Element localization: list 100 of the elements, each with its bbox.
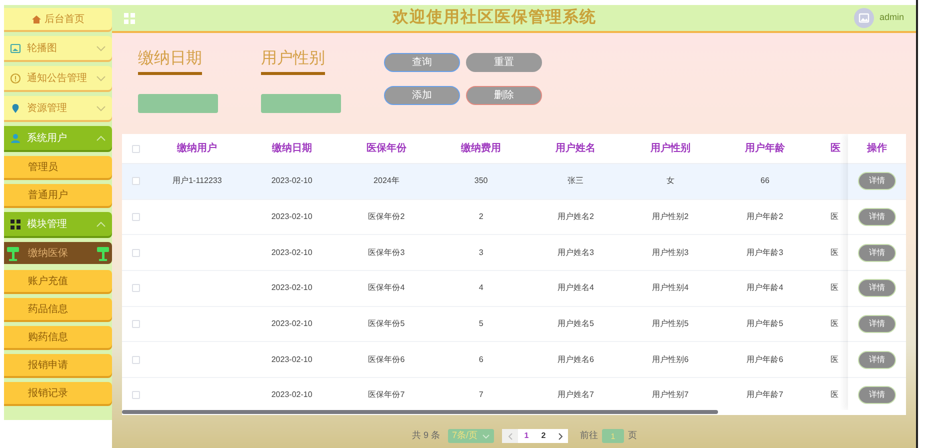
action-button[interactable]: 查询 xyxy=(384,53,460,72)
table-cell: 医 xyxy=(830,246,838,259)
details-button[interactable]: 详情 xyxy=(858,244,896,262)
table-cell: 用户姓名3 xyxy=(557,246,594,259)
action-button[interactable]: 添加 xyxy=(384,86,460,105)
table-cell: 66 xyxy=(760,175,770,188)
details-button[interactable]: 详情 xyxy=(858,279,896,298)
table-cell: 用户年龄7 xyxy=(746,389,784,402)
column-header: 用户姓名 xyxy=(556,141,596,156)
details-button[interactable]: 详情 xyxy=(858,208,896,226)
chevron-left-icon xyxy=(508,432,513,440)
checkbox[interactable] xyxy=(132,248,140,257)
table-cell: 用户姓名2 xyxy=(557,211,594,224)
label-underline xyxy=(261,72,325,75)
table-cell: 用户年龄4 xyxy=(746,282,784,294)
details-button[interactable]: 详情 xyxy=(858,386,896,404)
sidebar-home-item[interactable]: 后台首页 xyxy=(4,8,112,30)
table-row[interactable]: 2023-02-10 医保年份2 2 用户姓名2 用户性别2 用户年龄2 医 xyxy=(122,200,848,236)
chevron-up-icon xyxy=(96,220,106,228)
table-row[interactable]: 用户1-112233 2023-02-10 2024年 350 张三 女 66 xyxy=(122,164,848,200)
checkbox[interactable] xyxy=(132,177,140,186)
home-icon xyxy=(32,14,40,24)
table-cell: 350 xyxy=(474,175,488,188)
details-button[interactable]: 详情 xyxy=(858,315,896,334)
label-underline xyxy=(138,72,202,75)
table-cell: 6 xyxy=(478,354,484,366)
table-cell: 医 xyxy=(830,211,838,224)
table-cell: 2023-02-10 xyxy=(271,175,312,188)
sidebar-submenu-item[interactable]: 购药信息 xyxy=(4,326,112,348)
checkbox[interactable] xyxy=(132,356,140,364)
field-label: 缴纳日期 xyxy=(138,49,203,69)
table-cell: 2023-02-10 xyxy=(271,354,312,366)
table-cell: 3 xyxy=(478,246,484,259)
column-header: 缴纳费用 xyxy=(461,142,502,156)
column-header: 医 xyxy=(830,142,840,156)
table-cell: 2 xyxy=(478,211,484,224)
sidebar-submenu-item[interactable]: 账户充值 xyxy=(4,270,112,292)
sidebar-submenu-item[interactable]: 普通用户 xyxy=(4,184,112,206)
sidebar-menu-item[interactable]: 轮播图 xyxy=(4,36,112,60)
table-cell: 用户性别6 xyxy=(652,354,689,366)
details-button[interactable]: 详情 xyxy=(858,172,896,190)
input-field[interactable] xyxy=(138,94,218,113)
chevron-down-icon xyxy=(482,434,490,438)
table-cell: 医保年份7 xyxy=(368,389,405,402)
page-button[interactable]: 2 xyxy=(535,429,552,443)
table-cell: 用户性别2 xyxy=(652,211,689,224)
details-button[interactable]: 详情 xyxy=(858,350,896,369)
table-cell: 4 xyxy=(478,282,484,294)
signpost-icon xyxy=(6,245,20,261)
image-icon xyxy=(10,42,21,54)
table-cell: 用户姓名4 xyxy=(557,282,594,294)
next-page-button[interactable] xyxy=(552,429,568,443)
menu-icon[interactable] xyxy=(124,12,135,24)
table-cell: 张三 xyxy=(568,175,584,188)
page-title: 欢迎使用社区医保管理系统 xyxy=(392,7,597,28)
checkbox[interactable] xyxy=(132,213,140,222)
sidebar-menu-item[interactable]: 模块管理 xyxy=(4,212,112,236)
sidebar-submenu-item[interactable]: 缴纳医保 xyxy=(4,242,112,264)
sidebar-menu-item[interactable]: 通知公告管理 xyxy=(4,66,112,90)
action-button[interactable]: 删除 xyxy=(466,86,542,105)
table-cell: 医 xyxy=(830,389,838,402)
sidebar-menu-item[interactable]: 资源管理 xyxy=(4,96,112,120)
table-cell: 用户性别4 xyxy=(652,282,689,294)
column-header: 缴纳日期 xyxy=(272,142,312,156)
table-cell: 医保年份2 xyxy=(368,211,405,224)
table-cell: 用户姓名7 xyxy=(557,389,594,402)
sidebar-submenu-item[interactable]: 报销记录 xyxy=(4,382,112,404)
checkbox[interactable] xyxy=(132,391,140,400)
avatar-icon[interactable] xyxy=(854,8,874,28)
column-header: 医保年份 xyxy=(366,142,406,156)
table-cell: 2023-02-10 xyxy=(271,389,312,402)
action-button[interactable]: 重置 xyxy=(466,53,542,72)
table-cell: 用户1-112233 xyxy=(172,175,222,188)
table-cell: 用户性别5 xyxy=(652,318,689,330)
table-cell: 2023-02-10 xyxy=(271,211,312,224)
table-cell: 用户年龄2 xyxy=(746,211,784,224)
column-header: 操作 xyxy=(867,142,887,156)
sidebar-menu-item[interactable]: 系统用户 xyxy=(4,126,112,150)
table-cell: 用户年龄6 xyxy=(746,354,784,366)
table-cell: 医保年份6 xyxy=(368,354,405,366)
chevron-down-icon xyxy=(96,74,106,82)
table-cell: 5 xyxy=(478,318,484,330)
table-cell: 医保年份5 xyxy=(368,318,405,330)
table-cell: 女 xyxy=(666,175,674,188)
table-cell: 用户姓名6 xyxy=(557,354,594,366)
page-button[interactable]: 1 xyxy=(518,429,536,443)
checkbox[interactable] xyxy=(132,284,140,292)
table-cell: 医 xyxy=(830,282,838,294)
sidebar-submenu-item[interactable]: 药品信息 xyxy=(4,298,112,320)
user-name[interactable]: admin xyxy=(879,11,904,25)
sidebar-submenu-item[interactable]: 管理员 xyxy=(4,156,112,178)
scrollbar[interactable] xyxy=(122,410,718,414)
checkbox[interactable] xyxy=(132,144,140,152)
sidebar-submenu-item[interactable]: 报销申请 xyxy=(4,354,112,376)
chevron-up-icon xyxy=(96,134,106,142)
previous-page-button[interactable] xyxy=(502,429,518,443)
checkbox[interactable] xyxy=(132,320,140,328)
chevron-down-icon xyxy=(96,44,106,52)
table-cell: 用户年龄3 xyxy=(746,246,784,259)
input-field[interactable] xyxy=(261,94,341,113)
